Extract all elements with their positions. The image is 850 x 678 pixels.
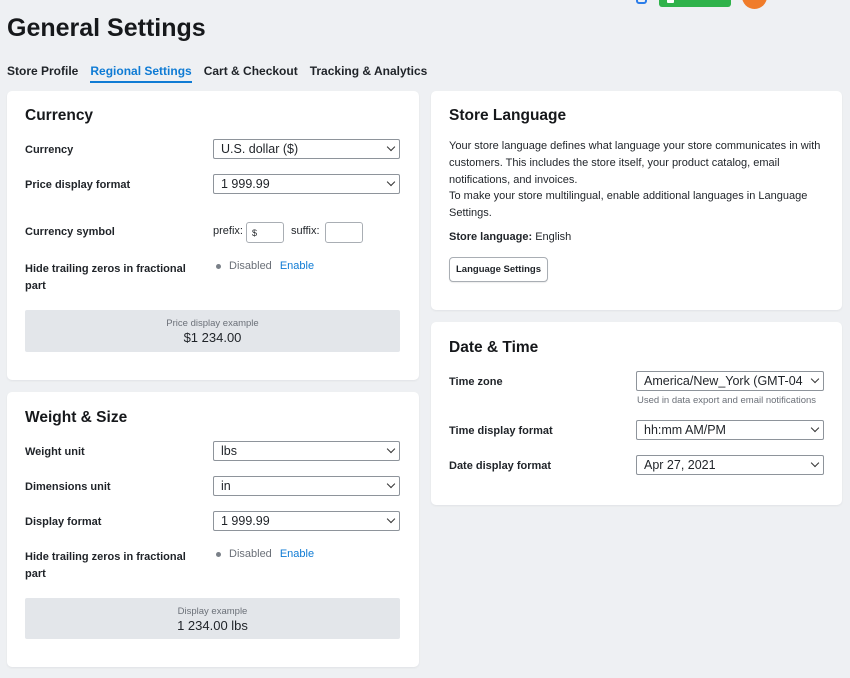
dimensions-value: in bbox=[221, 479, 231, 493]
chevron-down-icon bbox=[386, 514, 396, 524]
weight-example-value: 1 234.00 lbs bbox=[177, 618, 248, 633]
currency-symbol-label: Currency symbol bbox=[25, 226, 115, 238]
status-dot-icon bbox=[216, 263, 221, 269]
display-format-label: Display format bbox=[25, 516, 102, 528]
enable-link[interactable]: Enable bbox=[280, 548, 314, 560]
tab-cart-checkout[interactable]: Cart & Checkout bbox=[204, 64, 298, 83]
language-multilingual-text: To make your store multilingual, enable … bbox=[449, 190, 808, 220]
hide-zeros-label: Hide trailing zeros in fractional part bbox=[25, 263, 186, 292]
upgrade-button[interactable] bbox=[659, 0, 731, 7]
price-format-label: Price display format bbox=[25, 179, 131, 191]
prefix-label: prefix: bbox=[213, 225, 243, 237]
date-format-value: Apr 27, 2021 bbox=[644, 458, 716, 472]
date-time-title: Date & Time bbox=[449, 339, 539, 356]
weight-unit-label: Weight unit bbox=[25, 446, 85, 458]
dimensions-label: Dimensions unit bbox=[25, 481, 111, 493]
chevron-down-icon bbox=[386, 479, 396, 489]
language-settings-button[interactable]: Language Settings bbox=[449, 257, 548, 282]
timezone-label: Time zone bbox=[449, 376, 503, 388]
status-text: Disabled bbox=[229, 260, 272, 272]
cart-icon bbox=[667, 0, 674, 3]
tab-regional-settings[interactable]: Regional Settings bbox=[90, 64, 192, 83]
more-icon[interactable]: · · bbox=[788, 0, 841, 4]
price-example-value: $1 234.00 bbox=[183, 330, 242, 345]
currency-label: Currency bbox=[25, 144, 74, 156]
store-language-label: Store language: bbox=[449, 231, 533, 243]
currency-select-value: U.S. dollar ($) bbox=[221, 142, 299, 156]
chevron-down-icon bbox=[810, 374, 820, 384]
page-title: General Settings bbox=[7, 14, 206, 42]
store-language-card: Store Language Your store language defin… bbox=[431, 91, 842, 310]
timezone-select[interactable]: America/New_York (GMT-04 bbox=[636, 371, 824, 391]
currency-select[interactable]: U.S. dollar ($) bbox=[213, 139, 400, 159]
date-format-label: Date display format bbox=[449, 460, 552, 472]
language-description-text: Your store language defines what languag… bbox=[449, 140, 821, 186]
chevron-down-icon bbox=[386, 142, 396, 152]
chevron-down-icon bbox=[386, 177, 396, 187]
suffix-input[interactable] bbox=[325, 222, 363, 243]
weight-unit-select[interactable]: lbs bbox=[213, 441, 400, 461]
tab-tracking-analytics[interactable]: Tracking & Analytics bbox=[310, 64, 428, 83]
help-icon[interactable] bbox=[636, 0, 647, 4]
timezone-value: America/New_York (GMT-04 bbox=[644, 374, 803, 388]
status-text: Disabled bbox=[229, 548, 272, 560]
price-format-value: 1 999.99 bbox=[221, 177, 270, 191]
time-format-label: Time display format bbox=[449, 425, 553, 437]
price-example-box: Price display example $1 234.00 bbox=[25, 310, 400, 352]
weight-size-card-title: Weight & Size bbox=[25, 409, 128, 426]
enable-link[interactable]: Enable bbox=[280, 260, 314, 272]
chevron-down-icon bbox=[386, 444, 396, 454]
weight-example-label: Display example bbox=[177, 606, 248, 617]
display-format-select[interactable]: 1 999.99 bbox=[213, 511, 400, 531]
store-language-value: English bbox=[535, 231, 572, 243]
chevron-down-icon bbox=[810, 458, 820, 468]
weight-example-box: Display example 1 234.00 lbs bbox=[25, 598, 400, 639]
status-dot-icon bbox=[216, 551, 221, 557]
date-time-card: Date & Time Time zone America/New_York (… bbox=[431, 322, 842, 505]
store-language-row: Store language: English bbox=[449, 231, 571, 243]
timezone-hint: Used in data export and email notificati… bbox=[637, 395, 817, 406]
weight-hide-zeros-label: Hide trailing zeros in fractional part bbox=[25, 551, 186, 580]
store-language-title: Store Language bbox=[449, 107, 567, 124]
dimensions-select[interactable]: in bbox=[213, 476, 400, 496]
date-format-select[interactable]: Apr 27, 2021 bbox=[636, 455, 824, 475]
tab-store-profile[interactable]: Store Profile bbox=[7, 64, 78, 83]
time-format-select[interactable]: hh:mm AM/PM bbox=[636, 420, 824, 440]
prefix-input[interactable]: $ bbox=[246, 222, 284, 243]
currency-card-title: Currency bbox=[25, 107, 94, 124]
price-example-label: Price display example bbox=[166, 318, 259, 329]
user-avatar[interactable] bbox=[742, 0, 767, 9]
weight-hide-zeros-status: Disabled Enable bbox=[216, 548, 314, 560]
currency-card: Currency Currency U.S. dollar ($) Price … bbox=[7, 91, 419, 380]
display-format-value: 1 999.99 bbox=[221, 514, 270, 528]
suffix-label: suffix: bbox=[291, 225, 320, 237]
store-language-description: Your store language defines what languag… bbox=[449, 138, 831, 222]
weight-size-card: Weight & Size Weight unit lbs Dimensions… bbox=[7, 392, 419, 667]
hide-zeros-status: Disabled Enable bbox=[216, 260, 314, 272]
top-bar: · · bbox=[0, 0, 850, 10]
weight-unit-value: lbs bbox=[221, 444, 237, 458]
price-format-select[interactable]: 1 999.99 bbox=[213, 174, 400, 194]
time-format-value: hh:mm AM/PM bbox=[644, 423, 726, 437]
tab-bar: Store Profile Regional Settings Cart & C… bbox=[7, 64, 439, 83]
chevron-down-icon bbox=[810, 423, 820, 433]
